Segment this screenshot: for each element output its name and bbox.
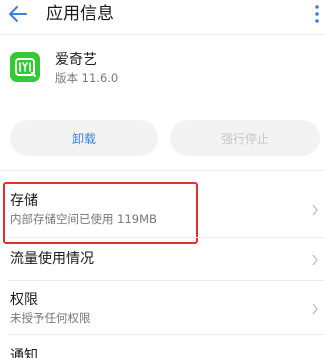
header-divider (0, 34, 325, 35)
settings-item-title: 流量使用情况 (10, 251, 94, 267)
chevron-right-icon (312, 303, 318, 315)
iqiyi-logo-icon (10, 52, 40, 82)
uninstall-button[interactable]: 卸载 (10, 120, 158, 156)
arrow-left-icon[interactable] (6, 2, 30, 26)
settings-item-title: 权限 (10, 292, 38, 308)
settings-item-subtitle: 未授予任何权限 (10, 311, 91, 325)
app-version: 版本 11.6.0 (55, 71, 119, 85)
force-stop-button[interactable]: 强行停止 (170, 120, 320, 156)
chevron-right-icon (312, 254, 318, 266)
settings-item-permissions[interactable]: 权限 未授予任何权限 (0, 281, 325, 333)
settings-item-data-usage[interactable]: 流量使用情况 (0, 238, 325, 280)
page-title: 应用信息 (46, 4, 114, 24)
chevron-right-icon (312, 204, 318, 216)
more-vertical-icon[interactable] (313, 3, 321, 25)
app-name: 爱奇艺 (55, 52, 97, 68)
settings-item-notifications[interactable]: 通知 (0, 335, 325, 358)
settings-item-title: 通知 (10, 348, 38, 358)
highlight-box (3, 182, 198, 244)
section-divider (0, 170, 325, 171)
app-bar: 应用信息 (0, 0, 325, 34)
